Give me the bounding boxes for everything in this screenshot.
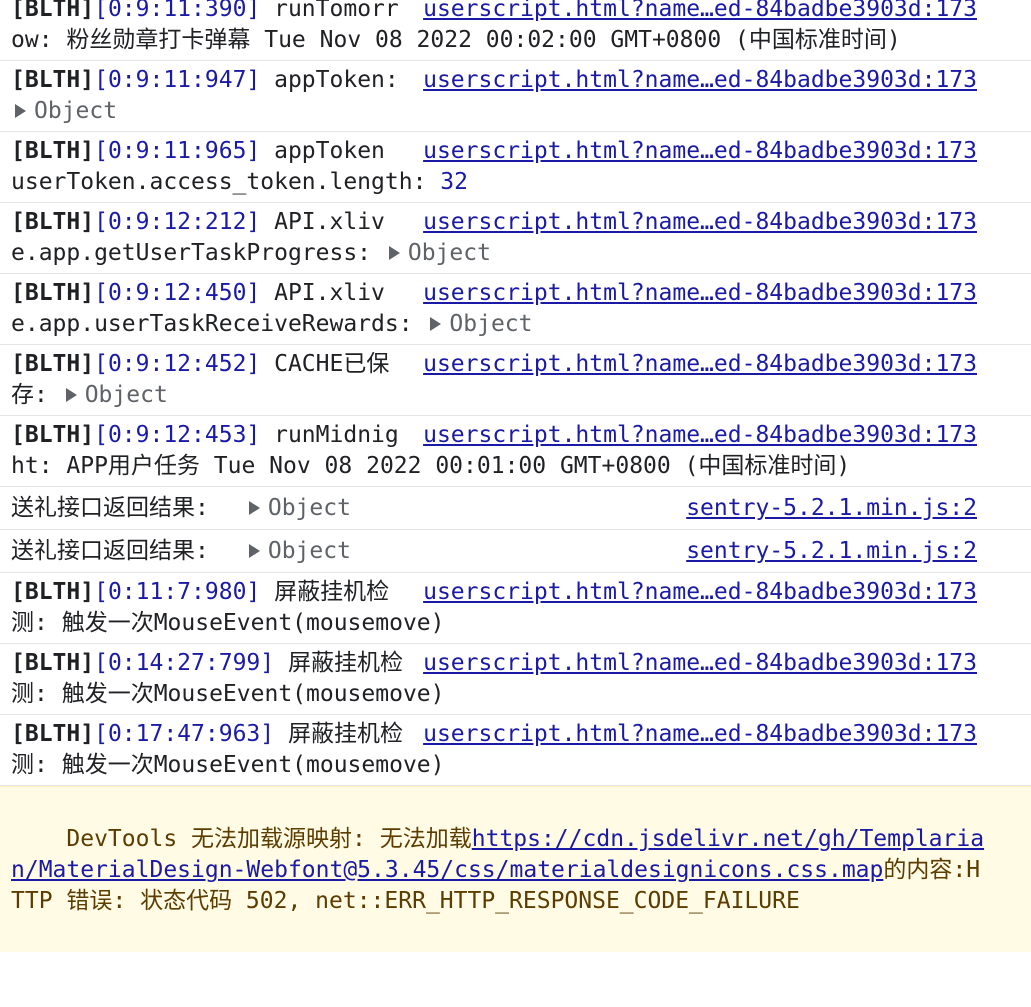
object-expander[interactable]: Object xyxy=(245,536,351,566)
log-tag: [BLTH] xyxy=(11,351,95,377)
log-tag: [BLTH] xyxy=(11,579,95,605)
console-message: userscript.html?name…ed-84badbe3903d:173… xyxy=(0,573,1031,644)
source-link[interactable]: userscript.html?name…ed-84badbe3903d:173 xyxy=(423,349,977,380)
object-label: Object xyxy=(267,495,351,521)
object-expander[interactable]: Object xyxy=(62,380,168,411)
log-timestamp: [0:9:11:947] xyxy=(94,67,261,93)
log-timestamp: [0:11:7:980] xyxy=(94,579,261,605)
log-timestamp: [0:17:47:963] xyxy=(94,721,275,747)
source-link[interactable]: userscript.html?name…ed-84badbe3903d:173 xyxy=(423,420,977,451)
expand-triangle-icon[interactable] xyxy=(248,544,260,558)
log-tag: [BLTH] xyxy=(11,0,95,22)
object-expander[interactable]: Object xyxy=(11,96,117,127)
expand-triangle-icon[interactable] xyxy=(430,317,442,331)
console-panel: userscript.html?name…ed-84badbe3903d:173… xyxy=(0,0,1031,1007)
console-message: userscript.html?name…ed-84badbe3903d:173… xyxy=(0,61,1031,132)
log-tag: [BLTH] xyxy=(11,721,95,747)
console-message: userscript.html?name…ed-84badbe3903d:173… xyxy=(0,644,1031,715)
console-message: sentry-5.2.1.min.js:2 送礼接口返回结果: Object xyxy=(0,487,1031,530)
source-link[interactable]: userscript.html?name…ed-84badbe3903d:173 xyxy=(423,0,977,25)
log-timestamp: [0:14:27:799] xyxy=(94,650,275,676)
log-tag: [BLTH] xyxy=(11,422,95,448)
console-message: userscript.html?name…ed-84badbe3903d:173… xyxy=(0,0,1031,61)
expand-triangle-icon[interactable] xyxy=(65,388,77,402)
log-timestamp: [0:9:12:450] xyxy=(94,280,261,306)
log-tag: [BLTH] xyxy=(11,209,95,235)
object-expander[interactable]: Object xyxy=(245,493,351,523)
console-message: userscript.html?name…ed-84badbe3903d:173… xyxy=(0,132,1031,203)
object-label: Object xyxy=(449,311,533,337)
source-link[interactable]: userscript.html?name…ed-84badbe3903d:173 xyxy=(423,207,977,238)
object-label: Object xyxy=(34,98,118,124)
source-link[interactable]: sentry-5.2.1.min.js:2 xyxy=(686,536,977,566)
message-text: 送礼接口返回结果: xyxy=(11,538,209,564)
log-timestamp: [0:9:11:965] xyxy=(94,138,261,164)
expand-triangle-icon[interactable] xyxy=(248,501,260,515)
source-link[interactable]: userscript.html?name…ed-84badbe3903d:173 xyxy=(423,278,977,309)
console-messages: userscript.html?name…ed-84badbe3903d:173… xyxy=(0,0,1031,786)
number-value: 32 xyxy=(440,169,468,195)
source-link[interactable]: userscript.html?name…ed-84badbe3903d:173 xyxy=(423,648,977,679)
log-tag: [BLTH] xyxy=(11,138,95,164)
message-text: appToken: xyxy=(260,67,413,93)
log-timestamp: [0:9:12:452] xyxy=(94,351,261,377)
console-message: userscript.html?name…ed-84badbe3903d:173… xyxy=(0,345,1031,416)
log-tag: [BLTH] xyxy=(11,280,95,306)
source-link[interactable]: userscript.html?name…ed-84badbe3903d:173 xyxy=(423,65,977,96)
object-label: Object xyxy=(84,382,168,408)
log-tag: [BLTH] xyxy=(11,67,95,93)
console-message: userscript.html?name…ed-84badbe3903d:173… xyxy=(0,274,1031,345)
source-link[interactable]: userscript.html?name…ed-84badbe3903d:173 xyxy=(423,719,977,750)
warning-prefix: DevTools 无法加载源映射: 无法加载 xyxy=(66,826,472,852)
object-label: Object xyxy=(407,240,491,266)
expand-triangle-icon[interactable] xyxy=(15,104,26,118)
object-label: Object xyxy=(267,538,351,564)
object-expander[interactable]: Object xyxy=(385,238,491,269)
message-text: 送礼接口返回结果: xyxy=(11,495,209,521)
log-timestamp: [0:9:11:390] xyxy=(94,0,261,22)
console-message: userscript.html?name…ed-84badbe3903d:173… xyxy=(0,203,1031,274)
console-warning-message: DevTools 无法加载源映射: 无法加载https://cdn.jsdeli… xyxy=(0,786,1031,952)
expand-triangle-icon[interactable] xyxy=(388,246,400,260)
console-message: userscript.html?name…ed-84badbe3903d:173… xyxy=(0,416,1031,487)
source-link[interactable]: userscript.html?name…ed-84badbe3903d:173 xyxy=(423,577,977,608)
console-message: sentry-5.2.1.min.js:2 送礼接口返回结果: Object xyxy=(0,530,1031,573)
log-timestamp: [0:9:12:212] xyxy=(94,209,261,235)
object-expander[interactable]: Object xyxy=(426,309,533,340)
log-tag: [BLTH] xyxy=(11,650,95,676)
log-timestamp: [0:9:12:453] xyxy=(94,422,261,448)
source-link[interactable]: sentry-5.2.1.min.js:2 xyxy=(686,493,977,523)
console-message: userscript.html?name…ed-84badbe3903d:173… xyxy=(0,715,1031,786)
source-link[interactable]: userscript.html?name…ed-84badbe3903d:173 xyxy=(423,136,977,167)
